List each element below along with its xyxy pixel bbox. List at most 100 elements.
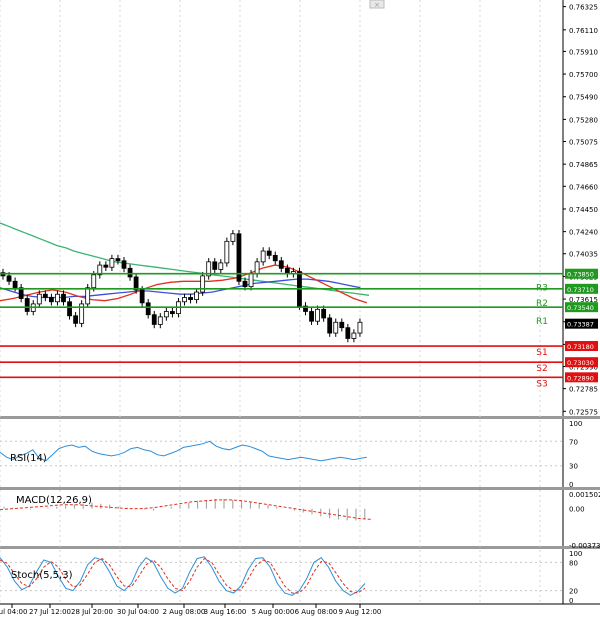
candle-body	[24, 298, 30, 312]
candle-body	[49, 297, 54, 303]
candle-body	[278, 260, 284, 269]
level-price-r3: 0.73850	[567, 271, 594, 279]
candle-body	[163, 311, 169, 318]
candle-body	[103, 264, 109, 268]
level-price-r2: 0.73710	[567, 286, 594, 294]
time-tick-label: Jul 04:00	[0, 608, 27, 616]
price-tick-label: 0.74035	[569, 251, 598, 259]
candle-body	[182, 297, 187, 303]
close-icon: ×	[374, 1, 380, 9]
price-tick-label: 0.74450	[569, 206, 598, 214]
candle-body	[351, 332, 357, 339]
price-tick-label: 0.75280	[569, 116, 598, 124]
level-price-s2: 0.73030	[567, 359, 594, 367]
candle-body	[254, 261, 260, 275]
price-tick-label: 0.76110	[569, 27, 598, 35]
stoch-label: Stoch(5,5,3)	[11, 570, 73, 581]
time-tick-label: 6 Aug 08:00	[295, 608, 338, 616]
candle-body	[260, 250, 266, 263]
candle-body	[188, 297, 193, 301]
price-tick-label: 0.75910	[569, 48, 598, 56]
candle-body	[333, 321, 339, 334]
level-name-s3: S3	[536, 379, 547, 389]
price-tick-label: 0.74660	[569, 183, 598, 191]
candle-body	[139, 289, 145, 304]
time-tick-label: 2 Aug 08:00	[163, 608, 206, 616]
time-tick-label: 3 Aug 16:00	[204, 608, 247, 616]
candle-body	[73, 315, 78, 324]
stoch-tick-label: 0	[569, 597, 573, 605]
candle-body	[284, 267, 290, 275]
candle-body	[200, 275, 206, 293]
candle-body	[230, 233, 236, 242]
time-tick-label: 5 Aug 00:00	[252, 608, 295, 616]
candle-body	[169, 311, 175, 315]
forex-chart[interactable]: 0.76325 0.76110 0.75910 0.75700 0.75490 0.752…	[0, 0, 600, 621]
candle-body	[91, 274, 97, 289]
time-tick-label: 30 Jul 04:00	[117, 608, 159, 616]
macd-tick-label: -0.003731	[569, 542, 600, 550]
candle-body	[224, 240, 230, 264]
candle-body	[36, 293, 42, 305]
level-price-s3: 0.72890	[567, 374, 594, 382]
candle-body	[327, 317, 333, 334]
macd-tick-label: 0.00	[569, 506, 585, 514]
candle-body	[109, 258, 115, 268]
candle-body	[42, 293, 48, 298]
stoch-tick-label: 100	[569, 550, 582, 558]
current-price-label: 0.73387	[567, 321, 594, 329]
price-tick-label: 0.74865	[569, 161, 598, 169]
candle-body	[127, 267, 133, 278]
forex-chart-window: 0.76325 0.76110 0.75910 0.75700 0.75490 0.752…	[0, 0, 600, 621]
price-tick-label: 0.72785	[569, 386, 598, 394]
level-name-r1: R1	[536, 317, 548, 327]
candle-body	[157, 316, 163, 325]
level-name-s1: S1	[536, 348, 547, 358]
stoch-tick-label: 20	[569, 588, 578, 596]
candle-body	[194, 291, 200, 301]
price-tick-label: 0.75700	[569, 71, 598, 79]
rsi-label: RSI(14)	[10, 453, 47, 464]
rsi-tick-label: 100	[569, 420, 582, 428]
candle-body	[151, 314, 157, 325]
candle-body	[242, 280, 248, 288]
panel-separator-1	[0, 487, 600, 490]
candle-body	[55, 293, 60, 303]
time-tick-label: 9 Aug 12:00	[339, 608, 382, 616]
candle-body	[339, 321, 345, 329]
candle-body	[357, 321, 363, 334]
candle-body	[61, 293, 66, 303]
candle-body	[309, 311, 314, 322]
price-tick-label: 0.72575	[569, 408, 598, 416]
candle-body	[345, 327, 351, 339]
level-price-r1: 0.73540	[567, 304, 594, 312]
candle-body	[6, 275, 12, 282]
candle-body	[85, 287, 91, 305]
candle-body	[266, 250, 272, 256]
level-name-s2: S2	[536, 364, 547, 374]
rsi-tick-label: 70	[569, 438, 578, 446]
candle-body	[315, 308, 321, 322]
candle-body	[321, 308, 327, 319]
rsi-tick-label: 0	[569, 481, 573, 489]
level-price-s1: 0.73180	[567, 343, 594, 351]
candle-body	[12, 280, 18, 289]
price-tick-label: 0.75075	[569, 139, 598, 147]
time-tick-label: 28 Jul 20:00	[71, 608, 113, 616]
candle-body	[212, 261, 218, 270]
candle-body	[248, 273, 254, 288]
candle-body	[67, 301, 72, 317]
candle-body	[133, 276, 139, 291]
price-tick-label: 0.74240	[569, 229, 598, 237]
candle-body	[121, 260, 127, 269]
candle-body	[218, 262, 224, 270]
macd-label: MACD(12,26,9)	[16, 495, 92, 506]
candle-body	[145, 302, 151, 316]
rsi-tick-label: 30	[569, 463, 578, 471]
time-tick-label: 27 Jul 12:00	[29, 608, 71, 616]
candle-body	[272, 254, 278, 262]
stoch-tick-label: 80	[569, 559, 578, 567]
candle-body	[115, 258, 121, 262]
price-tick-label: 0.75490	[569, 94, 598, 102]
price-tick-label: 0.76325	[569, 4, 598, 12]
